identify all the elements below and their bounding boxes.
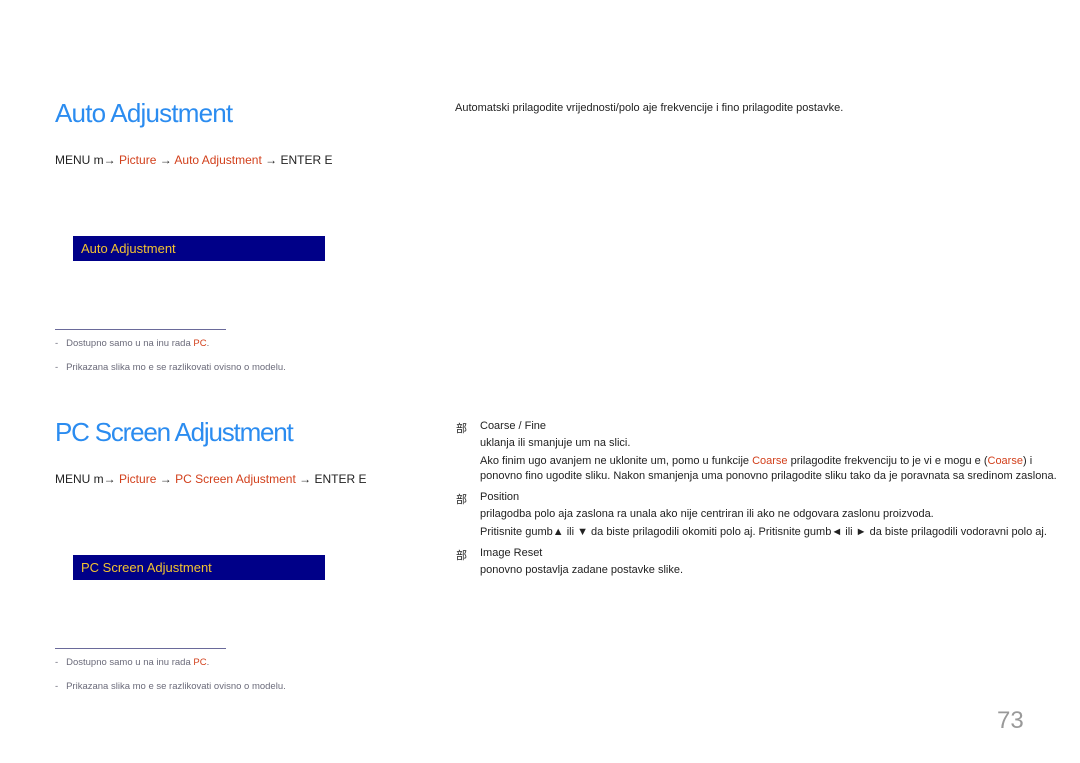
option-text: Pritisnite gumb▲ ili ▼ da biste prilagod… — [480, 526, 1047, 538]
option-text: ponovno postavlja zadane postavke slike. — [480, 564, 684, 576]
note: - Dostupno samo u na inu rada PC. — [55, 338, 210, 349]
option-text: uklanja ili smanjuje um na slici. — [480, 437, 631, 449]
option-text: ponovno fino ugodite sliku. Nakon smanje… — [480, 470, 1057, 482]
option-text: prilagodba polo aja zaslona ra unala ako… — [480, 508, 934, 520]
note: - Dostupno samo u na inu rada PC. — [55, 657, 210, 668]
note: - Prikazana slika mo e se razlikovati ov… — [55, 362, 286, 373]
bullet-icon: 部 — [456, 494, 467, 506]
osd-menu-box: Auto Adjustment — [73, 236, 325, 261]
osd-menu-box: PC Screen Adjustment — [73, 555, 325, 580]
option-title-image-reset: Image Reset — [480, 547, 543, 559]
section-title-auto-adjustment: Auto Adjustment — [55, 98, 233, 128]
bullet-icon: 部 — [456, 550, 467, 562]
option-title-coarse-fine: Coarse / Fine — [480, 420, 547, 432]
option-title-position: Position — [480, 491, 520, 503]
option-text: Ako finim ugo avanjem ne uklonite um, po… — [480, 455, 1033, 467]
divider — [55, 329, 226, 330]
divider — [55, 648, 226, 649]
menu-path: MENU m→ Picture → Auto Adjustment → ENTE… — [55, 153, 333, 167]
page-number: 73 — [997, 707, 1024, 734]
note: - Prikazana slika mo e se razlikovati ov… — [55, 681, 286, 692]
section-title-pc-screen-adjustment: PC Screen Adjustment — [55, 417, 294, 447]
menu-path: MENU m→ Picture → PC Screen Adjustment →… — [55, 472, 367, 486]
bullet-icon: 部 — [456, 423, 467, 435]
intro-text: Automatski prilagodite vrijednosti/polo … — [455, 102, 844, 114]
